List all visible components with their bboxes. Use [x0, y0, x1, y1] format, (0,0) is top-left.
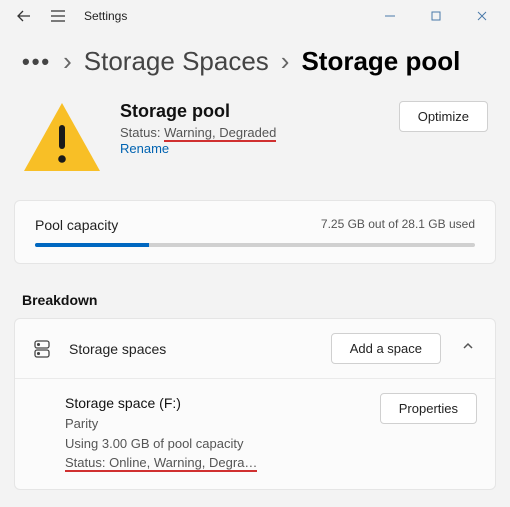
chevron-up-icon[interactable]	[457, 339, 479, 358]
breadcrumb-parent[interactable]: Storage Spaces	[84, 46, 269, 77]
chevron-right-icon: ›	[63, 46, 72, 77]
storage-spaces-label: Storage spaces	[69, 341, 315, 357]
breadcrumb: ••• › Storage Spaces › Storage pool	[0, 32, 510, 101]
pool-title: Storage pool	[120, 101, 381, 122]
chevron-right-icon: ›	[281, 46, 290, 77]
window-minimize[interactable]	[368, 2, 412, 30]
breakdown-heading: Breakdown	[22, 292, 510, 308]
add-space-button[interactable]: Add a space	[331, 333, 441, 364]
storage-spaces-icon	[31, 338, 53, 360]
window-maximize[interactable]	[414, 2, 458, 30]
pool-status: Status: Warning, Degraded	[120, 125, 381, 140]
storage-spaces-header[interactable]: Storage spaces Add a space	[15, 319, 495, 379]
breadcrumb-current: Storage pool	[301, 46, 460, 77]
properties-button[interactable]: Properties	[380, 393, 477, 424]
storage-space-item: Storage space (F:) Parity Using 3.00 GB …	[15, 379, 495, 489]
space-status: Status: Online, Warning, Degra…	[65, 455, 257, 472]
nav-menu-button[interactable]	[50, 9, 66, 23]
space-name: Storage space (F:)	[65, 393, 364, 414]
capacity-usage: 7.25 GB out of 28.1 GB used	[321, 217, 475, 233]
window-titlebar: Settings	[0, 0, 510, 32]
capacity-bar	[35, 243, 475, 247]
warning-icon	[22, 101, 102, 178]
breakdown-card: Storage spaces Add a space Storage space…	[14, 318, 496, 490]
breadcrumb-more[interactable]: •••	[22, 49, 51, 75]
optimize-button[interactable]: Optimize	[399, 101, 488, 132]
space-resiliency: Parity	[65, 414, 364, 434]
pool-capacity-card: Pool capacity 7.25 GB out of 28.1 GB use…	[14, 200, 496, 264]
capacity-bar-fill	[35, 243, 149, 247]
space-usage: Using 3.00 GB of pool capacity	[65, 434, 364, 454]
pool-status-label: Status:	[120, 125, 164, 140]
rename-link[interactable]: Rename	[120, 141, 169, 156]
window-close[interactable]	[460, 2, 504, 30]
app-title: Settings	[84, 9, 127, 23]
pool-status-value: Warning, Degraded	[164, 125, 276, 142]
back-button[interactable]	[16, 8, 32, 24]
capacity-label: Pool capacity	[35, 217, 118, 233]
